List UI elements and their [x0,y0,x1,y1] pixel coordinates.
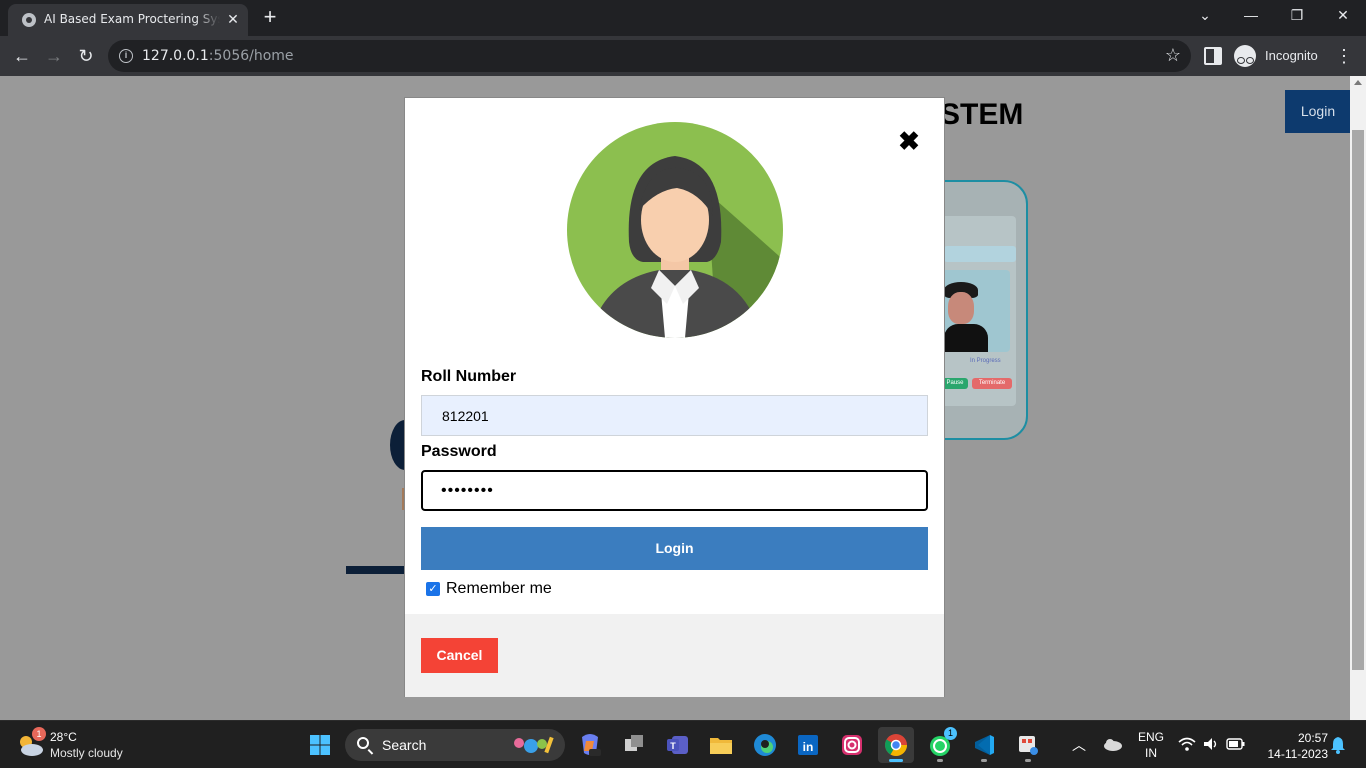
incognito-label: Incognito [1265,48,1318,63]
password-input[interactable] [421,470,928,511]
cancel-button[interactable]: Cancel [421,638,498,673]
taskbar-search[interactable]: Search [345,729,565,761]
remember-me-label[interactable]: Remember me [446,580,552,598]
nav-login-button[interactable]: Login [1285,90,1351,133]
linkedin-icon: in [798,735,818,755]
tab-close-icon[interactable]: ✕ [224,10,242,28]
svg-text:in: in [803,740,814,754]
taskbar-search-label: Search [382,737,427,753]
side-panel-icon[interactable] [1204,47,1222,65]
tab-title: AI Based Exam Proctering System [44,12,220,26]
illustration-status-text: In Progress [970,358,1001,364]
remember-me-checkbox[interactable]: ✓ [426,582,440,596]
tab-search-icon[interactable]: ⌄ [1182,0,1228,32]
taskbar-clock[interactable]: 20:57 14-11-2023 [1256,730,1329,762]
password-label: Password [421,443,497,460]
avatar-icon [567,122,783,338]
roll-number-label: Roll Number [421,368,517,385]
browser-toolbar: ← → ↻ i 127.0.0.1:5056/home ☆ Incognito … [0,36,1366,76]
battery-icon[interactable] [1226,738,1246,750]
illustration-face [948,292,974,324]
taskbar-copilot[interactable] [572,727,608,763]
login-modal: ✖ Roll Number Password Login ✓ [404,97,945,697]
taskbar-linkedin[interactable]: in [790,727,826,763]
weather-badge: 1 [32,727,46,741]
vscode-icon [975,735,994,755]
taskbar-whatsapp[interactable]: 1 [922,727,958,763]
wifi-icon[interactable] [1178,736,1196,752]
weather-description[interactable]: Mostly cloudy [50,746,123,760]
weather-temperature[interactable]: 28°C [50,730,77,744]
snipping-tool-icon [1019,736,1038,755]
teams-icon: T [667,736,688,754]
taskbar-teams[interactable]: T [660,727,696,763]
instagram-icon [842,735,862,755]
browser-menu-icon[interactable]: ⋮ [1334,44,1354,68]
illustration-terminate-pill: Terminate [972,378,1012,389]
browser-tab[interactable]: AI Based Exam Proctering System ✕ [8,4,248,36]
minimize-icon[interactable]: — [1228,0,1274,32]
notification-bell-icon[interactable] [1330,736,1346,754]
volume-icon[interactable] [1202,736,1220,752]
edge-icon [754,734,776,756]
forward-arrow-icon[interactable]: → [40,42,68,70]
svg-text:T: T [670,741,676,751]
roll-number-input[interactable] [421,395,928,436]
illustration-pause-pill: Pause [942,378,968,389]
site-info-icon[interactable]: i [119,49,133,63]
incognito-icon [1234,45,1256,67]
restore-icon[interactable]: ❐ [1274,0,1320,32]
windows-taskbar: 1 28°C Mostly cloudy Search T in 1 ︿ ENG… [0,720,1366,768]
modal-footer: Cancel [405,614,944,697]
snipping-running-indicator [1025,759,1031,762]
login-button[interactable]: Login [421,527,928,570]
folder-icon [710,738,732,754]
close-icon[interactable]: ✖ [897,128,921,154]
globe-icon [22,13,36,27]
clock-time: 20:57 [1297,731,1328,745]
chrome-active-indicator [889,759,903,762]
start-button[interactable] [302,727,338,763]
illustration-shirt [944,324,988,352]
bookmark-star-icon[interactable]: ☆ [1163,45,1183,65]
address-bar[interactable]: i 127.0.0.1:5056/home ☆ [108,40,1191,72]
new-tab-icon[interactable]: + [258,6,282,30]
incognito-indicator[interactable]: Incognito [1232,42,1324,70]
taskbar-snipping-tool[interactable] [1010,727,1046,763]
chrome-icon [885,734,907,756]
back-arrow-icon[interactable]: ← [8,42,36,70]
browser-tabstrip: AI Based Exam Proctering System ✕ + ⌄ — … [0,0,1366,36]
search-icon [357,737,369,749]
page-title: STEM [940,98,1024,131]
scroll-up-arrow-icon[interactable] [1354,80,1362,85]
language-indicator-bottom[interactable]: IN [1145,746,1157,760]
scrollbar-thumb[interactable] [1352,130,1364,670]
copilot-icon [582,734,601,756]
taskbar-task-view[interactable] [616,727,652,763]
task-view-icon [625,735,643,751]
clock-date: 14-11-2023 [1267,747,1329,761]
onedrive-cloud-icon[interactable] [1101,737,1123,751]
taskbar-file-explorer[interactable] [703,727,739,763]
reload-icon[interactable]: ↻ [72,42,100,70]
background-underline [346,566,406,574]
illustration-bar [944,246,1016,262]
window-close-icon[interactable]: ✕ [1320,0,1366,32]
taskbar-edge[interactable] [747,727,783,763]
page-scrollbar[interactable] [1350,76,1366,720]
taskbar-instagram[interactable] [834,727,870,763]
page-viewport: STEM Login In Progress Pause Terminate ✖ [0,76,1366,720]
whatsapp-badge: 1 [944,727,957,740]
taskbar-chrome[interactable] [878,727,914,763]
windows-icon [310,735,330,755]
address-url: 127.0.0.1:5056/home [142,48,294,64]
taskbar-vscode[interactable] [966,727,1002,763]
show-hidden-icons-chevron-icon[interactable]: ︿ [1072,735,1086,755]
whatsapp-running-indicator [937,759,943,762]
search-highlight-icon [514,736,554,754]
language-indicator-top[interactable]: ENG [1138,730,1164,744]
vscode-running-indicator [981,759,987,762]
